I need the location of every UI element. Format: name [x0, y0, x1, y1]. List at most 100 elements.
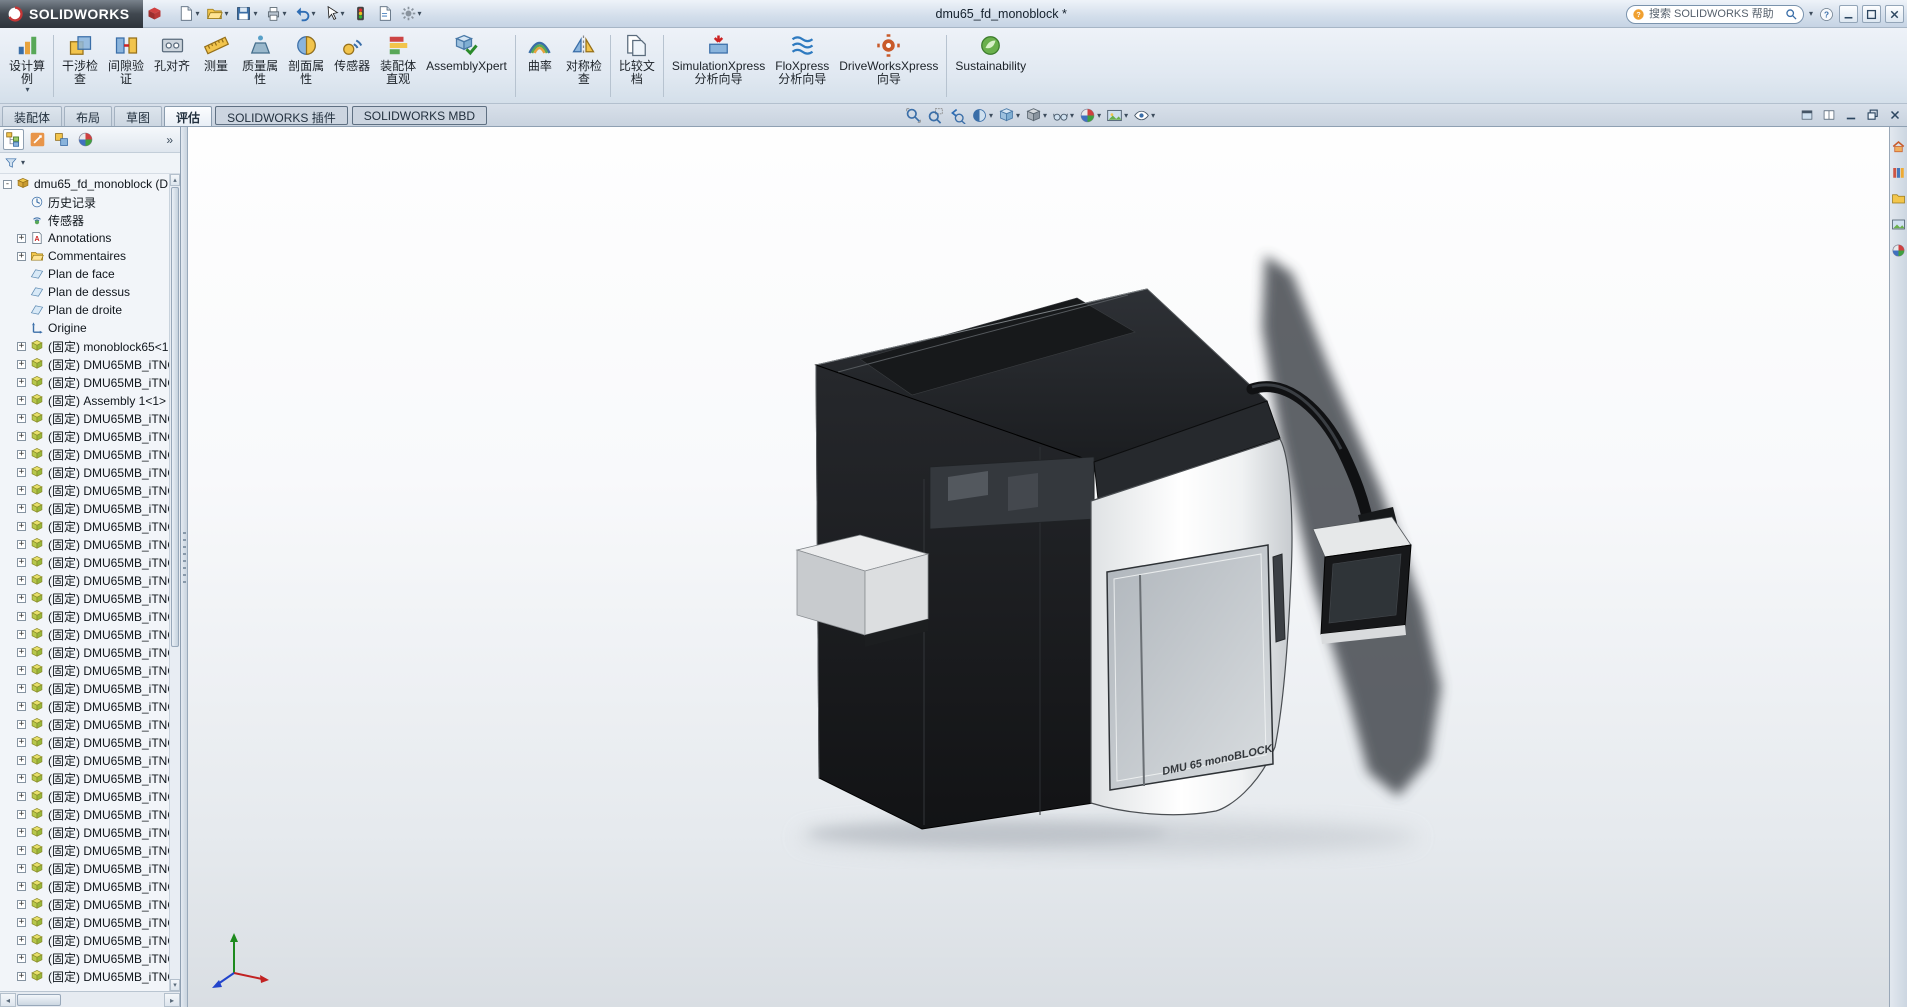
save-button[interactable]: ▾: [232, 3, 260, 25]
panel-tab-property-manager[interactable]: [27, 129, 48, 150]
panel-tab-display-manager[interactable]: [75, 129, 96, 150]
solidworks-resources-button[interactable]: [1891, 139, 1906, 154]
tree-item[interactable]: +(固定) DMU65MB_iTNC: [0, 949, 169, 967]
tree-item[interactable]: +(固定) DMU65MB_iTNC: [0, 463, 169, 481]
appearances-scenes-button[interactable]: [1891, 243, 1906, 258]
dropdown-arrow-icon[interactable]: ▾: [195, 10, 199, 18]
expand-toggle[interactable]: +: [17, 576, 26, 585]
dropdown-arrow-icon[interactable]: ▾: [1124, 112, 1128, 120]
help-button[interactable]: ?: [1817, 5, 1835, 23]
tab-sketch[interactable]: 草图: [114, 106, 162, 126]
search-dropdown-arrow[interactable]: ▾: [1809, 10, 1813, 18]
compare-documents-button[interactable]: 比较文档: [614, 30, 660, 102]
rebuild-button[interactable]: [349, 3, 372, 25]
expand-toggle[interactable]: +: [17, 630, 26, 639]
expand-toggle[interactable]: +: [17, 360, 26, 369]
simulationxpress-button[interactable]: SimulationXpress分析向导: [667, 30, 770, 102]
tree-item[interactable]: +(固定) DMU65MB_iTNC: [0, 643, 169, 661]
expand-toggle[interactable]: +: [17, 504, 26, 513]
symmetry-check-button[interactable]: 对称检查: [561, 30, 607, 102]
tree-item[interactable]: +(固定) DMU65MB_iTNC: [0, 679, 169, 697]
expand-toggle[interactable]: +: [17, 558, 26, 567]
tree-item[interactable]: +(固定) DMU65MB_iTNC: [0, 499, 169, 517]
tree-vertical-scrollbar[interactable]: ▴ ▾: [169, 174, 180, 991]
dropdown-arrow-icon[interactable]: ▾: [1070, 112, 1074, 120]
display-style-button[interactable]: ▾: [1023, 106, 1049, 126]
tree-item[interactable]: +AAnnotations: [0, 229, 169, 247]
sensor-button[interactable]: 传感器: [329, 30, 375, 102]
tree-item[interactable]: +(固定) DMU65MB_iTNC: [0, 481, 169, 499]
tree-item[interactable]: +(固定) DMU65MB_iTNC: [0, 895, 169, 913]
expand-toggle[interactable]: +: [17, 414, 26, 423]
dropdown-arrow-icon[interactable]: ▾: [989, 112, 993, 120]
zoom-fit-button[interactable]: [903, 106, 924, 126]
expand-toggle[interactable]: +: [17, 594, 26, 603]
tree-item[interactable]: +(固定) DMU65MB_iTNC: [0, 535, 169, 553]
expand-toggle[interactable]: +: [17, 738, 26, 747]
tree-root-item[interactable]: -dmu65_fd_monoblock (D: [0, 175, 169, 193]
select-button[interactable]: ▾: [320, 3, 348, 25]
window-menu-button[interactable]: [1798, 106, 1816, 124]
expand-toggle[interactable]: +: [17, 468, 26, 477]
expand-toggle[interactable]: +: [17, 450, 26, 459]
scroll-up-arrow[interactable]: ▴: [170, 174, 180, 186]
tree-item[interactable]: +(固定) DMU65MB_iTNC: [0, 661, 169, 679]
tree-item[interactable]: +(固定) DMU65MB_iTNC: [0, 445, 169, 463]
driveworksxpress-button[interactable]: DriveWorksXpress向导: [834, 30, 943, 102]
tree-item[interactable]: Plan de droite: [0, 301, 169, 319]
design-library-button[interactable]: [1891, 165, 1906, 180]
hide-show-items-button[interactable]: ▾: [1050, 106, 1076, 126]
tab-layout[interactable]: 布局: [64, 106, 112, 126]
dropdown-arrow-icon[interactable]: ▾: [26, 86, 30, 94]
tree-item[interactable]: +Commentaires: [0, 247, 169, 265]
tree-item[interactable]: +(固定) DMU65MB_iTNC: [0, 733, 169, 751]
expand-toggle[interactable]: +: [17, 666, 26, 675]
maximize-button[interactable]: [1862, 5, 1881, 23]
doc-minimize-button[interactable]: [1842, 106, 1860, 124]
dropdown-arrow-icon[interactable]: ▾: [1151, 112, 1155, 120]
tree-item[interactable]: +(固定) DMU65MB_iTNC: [0, 715, 169, 733]
search-icon[interactable]: [1785, 8, 1798, 21]
tree-item[interactable]: +(固定) DMU65MB_iTNC: [0, 373, 169, 391]
section-view-button[interactable]: ▾: [969, 106, 995, 126]
filter-dropdown-arrow[interactable]: ▾: [21, 159, 25, 167]
scroll-left-arrow[interactable]: ◂: [0, 993, 16, 1007]
tree-item[interactable]: Plan de dessus: [0, 283, 169, 301]
tree-item[interactable]: +(固定) DMU65MB_iTNC: [0, 697, 169, 715]
assembly-visualization-button[interactable]: 装配体直观: [375, 30, 421, 102]
tree-item[interactable]: +(固定) DMU65MB_iTNC: [0, 427, 169, 445]
expand-toggle[interactable]: +: [17, 342, 26, 351]
expand-toggle[interactable]: +: [17, 972, 26, 981]
file-properties-button[interactable]: [373, 3, 396, 25]
dropdown-arrow-icon[interactable]: ▾: [1097, 112, 1101, 120]
expand-toggle[interactable]: +: [17, 864, 26, 873]
tree-item[interactable]: +(固定) DMU65MB_iTNC: [0, 355, 169, 373]
graphics-area[interactable]: DMU 65 monoBLOCK: [188, 127, 1889, 1007]
zoom-area-button[interactable]: [925, 106, 946, 126]
sustainability-button[interactable]: Sustainability: [950, 30, 1031, 102]
expand-toggle[interactable]: +: [17, 684, 26, 693]
expand-toggle[interactable]: +: [17, 378, 26, 387]
previous-view-button[interactable]: [947, 106, 968, 126]
interference-check-button[interactable]: 干涉检查: [57, 30, 103, 102]
expand-toggle[interactable]: +: [17, 396, 26, 405]
file-explorer-button[interactable]: [1891, 191, 1906, 206]
tree-item[interactable]: +(固定) Assembly 1<1>: [0, 391, 169, 409]
expand-toggle[interactable]: +: [17, 486, 26, 495]
tree-item[interactable]: +(固定) DMU65MB_iTNC: [0, 571, 169, 589]
panel-tab-feature-tree[interactable]: [3, 129, 24, 150]
floxpress-button[interactable]: FloXpress分析向导: [770, 30, 834, 102]
expand-toggle[interactable]: +: [17, 612, 26, 621]
expand-toggle[interactable]: +: [17, 828, 26, 837]
expand-toggle[interactable]: +: [17, 720, 26, 729]
dropdown-arrow-icon[interactable]: ▾: [224, 10, 228, 18]
design-study-button[interactable]: 设计算例▾: [4, 30, 50, 102]
tree-item[interactable]: +(固定) DMU65MB_iTNC: [0, 517, 169, 535]
dropdown-arrow-icon[interactable]: ▾: [253, 10, 257, 18]
apply-scene-button[interactable]: ▾: [1104, 106, 1130, 126]
expand-toggle[interactable]: +: [17, 792, 26, 801]
tree-item[interactable]: +(固定) DMU65MB_iTNC: [0, 607, 169, 625]
expand-toggle[interactable]: +: [17, 756, 26, 765]
tab-solidworks-addins[interactable]: SOLIDWORKS 插件: [215, 106, 348, 125]
doc-close-button[interactable]: [1886, 106, 1904, 124]
